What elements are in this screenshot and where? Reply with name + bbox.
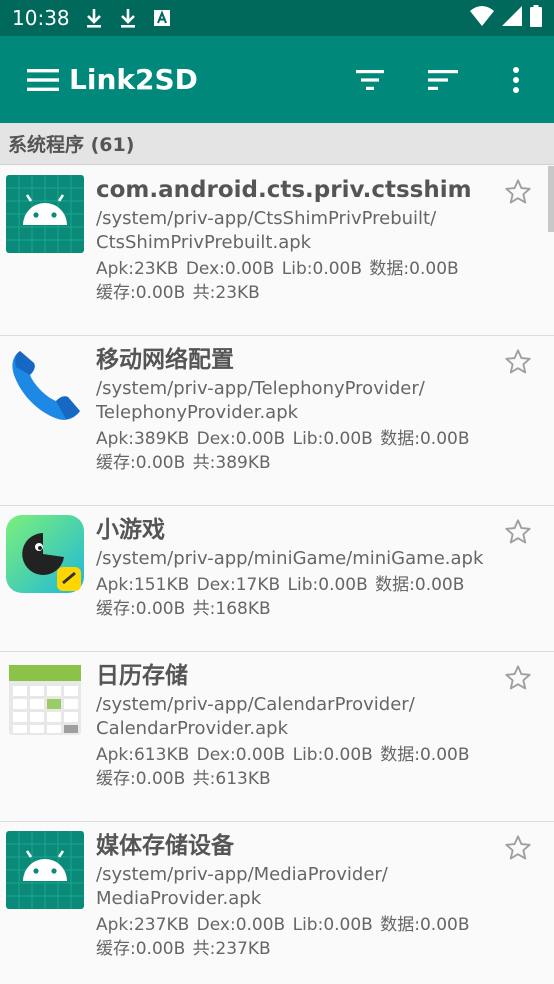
app-sizes: Apk:237KB Dex:0.00B Lib:0.00B 数据:0.00B — [96, 915, 470, 935]
download-icon — [118, 7, 138, 29]
app-name: 日历存储 — [96, 663, 188, 689]
phone-icon — [6, 345, 84, 423]
sort-icon[interactable] — [419, 56, 467, 104]
star-icon[interactable] — [504, 518, 532, 546]
menu-icon[interactable] — [23, 60, 63, 100]
app-name: 媒体存储设备 — [96, 833, 234, 859]
app-sizes: Apk:613KB Dex:0.00B Lib:0.00B 数据:0.00B — [96, 745, 470, 765]
app-name: com.android.cts.priv.ctsshim — [96, 177, 472, 203]
star-icon[interactable] — [504, 664, 532, 692]
list-item[interactable]: 小游戏 /system/priv-app/miniGame/miniGame.a… — [0, 506, 554, 652]
app-name: 移动网络配置 — [96, 347, 234, 373]
star-icon[interactable] — [504, 834, 532, 862]
battery-icon — [530, 5, 542, 31]
list-item[interactable]: 媒体存储设备 /system/priv-app/MediaProvider/ M… — [0, 822, 554, 982]
app-path: /system/priv-app/MediaProvider/ MediaPro… — [96, 864, 388, 909]
app-cache: 缓存:0.00B 共:613KB — [96, 769, 271, 789]
status-bar: 10:38 — [0, 0, 554, 36]
app-sizes: Apk:151KB Dex:17KB Lib:0.00B 数据:0.00B — [96, 575, 465, 595]
star-icon[interactable] — [504, 178, 532, 206]
star-icon[interactable] — [504, 348, 532, 376]
app-path: /system/priv-app/TelephonyProvider/ Tele… — [96, 378, 425, 423]
download-icon — [84, 7, 104, 29]
app-path: /system/priv-app/miniGame/miniGame.apk — [96, 548, 484, 569]
list-item[interactable]: 移动网络配置 /system/priv-app/TelephonyProvide… — [0, 336, 554, 506]
android-robot-icon — [6, 831, 84, 909]
more-options-icon[interactable] — [492, 56, 540, 104]
section-label: 系统程序 (61) — [8, 134, 135, 156]
minigame-icon — [6, 515, 84, 593]
list-item[interactable]: com.android.cts.priv.ctsshim /system/pri… — [0, 166, 554, 336]
list-item[interactable]: 日历存储 /system/priv-app/CalendarProvider/ … — [0, 652, 554, 822]
signal-icon — [502, 6, 522, 30]
app-cache: 缓存:0.00B 共:389KB — [96, 453, 271, 473]
app-sizes: Apk:389KB Dex:0.00B Lib:0.00B 数据:0.00B — [96, 429, 470, 449]
font-a-icon — [152, 7, 172, 29]
app-title: Link2SD — [69, 63, 198, 96]
filter-icon[interactable] — [346, 56, 394, 104]
clock: 10:38 — [12, 6, 70, 30]
app-toolbar: Link2SD — [0, 36, 554, 123]
calendar-icon — [6, 661, 84, 739]
app-cache: 缓存:0.00B 共:23KB — [96, 283, 260, 303]
scrollbar[interactable] — [548, 166, 554, 232]
wifi-icon — [470, 6, 494, 30]
app-list: com.android.cts.priv.ctsshim /system/pri… — [0, 166, 554, 982]
app-path: /system/priv-app/CalendarProvider/ Calen… — [96, 694, 415, 739]
section-header: 系统程序 (61) — [0, 123, 554, 165]
android-robot-icon — [6, 175, 84, 253]
app-cache: 缓存:0.00B 共:237KB — [96, 939, 271, 959]
app-sizes: Apk:23KB Dex:0.00B Lib:0.00B 数据:0.00B — [96, 259, 459, 279]
app-path: /system/priv-app/CtsShimPrivPrebuilt/ Ct… — [96, 208, 437, 253]
app-cache: 缓存:0.00B 共:168KB — [96, 599, 271, 619]
app-name: 小游戏 — [96, 517, 165, 543]
